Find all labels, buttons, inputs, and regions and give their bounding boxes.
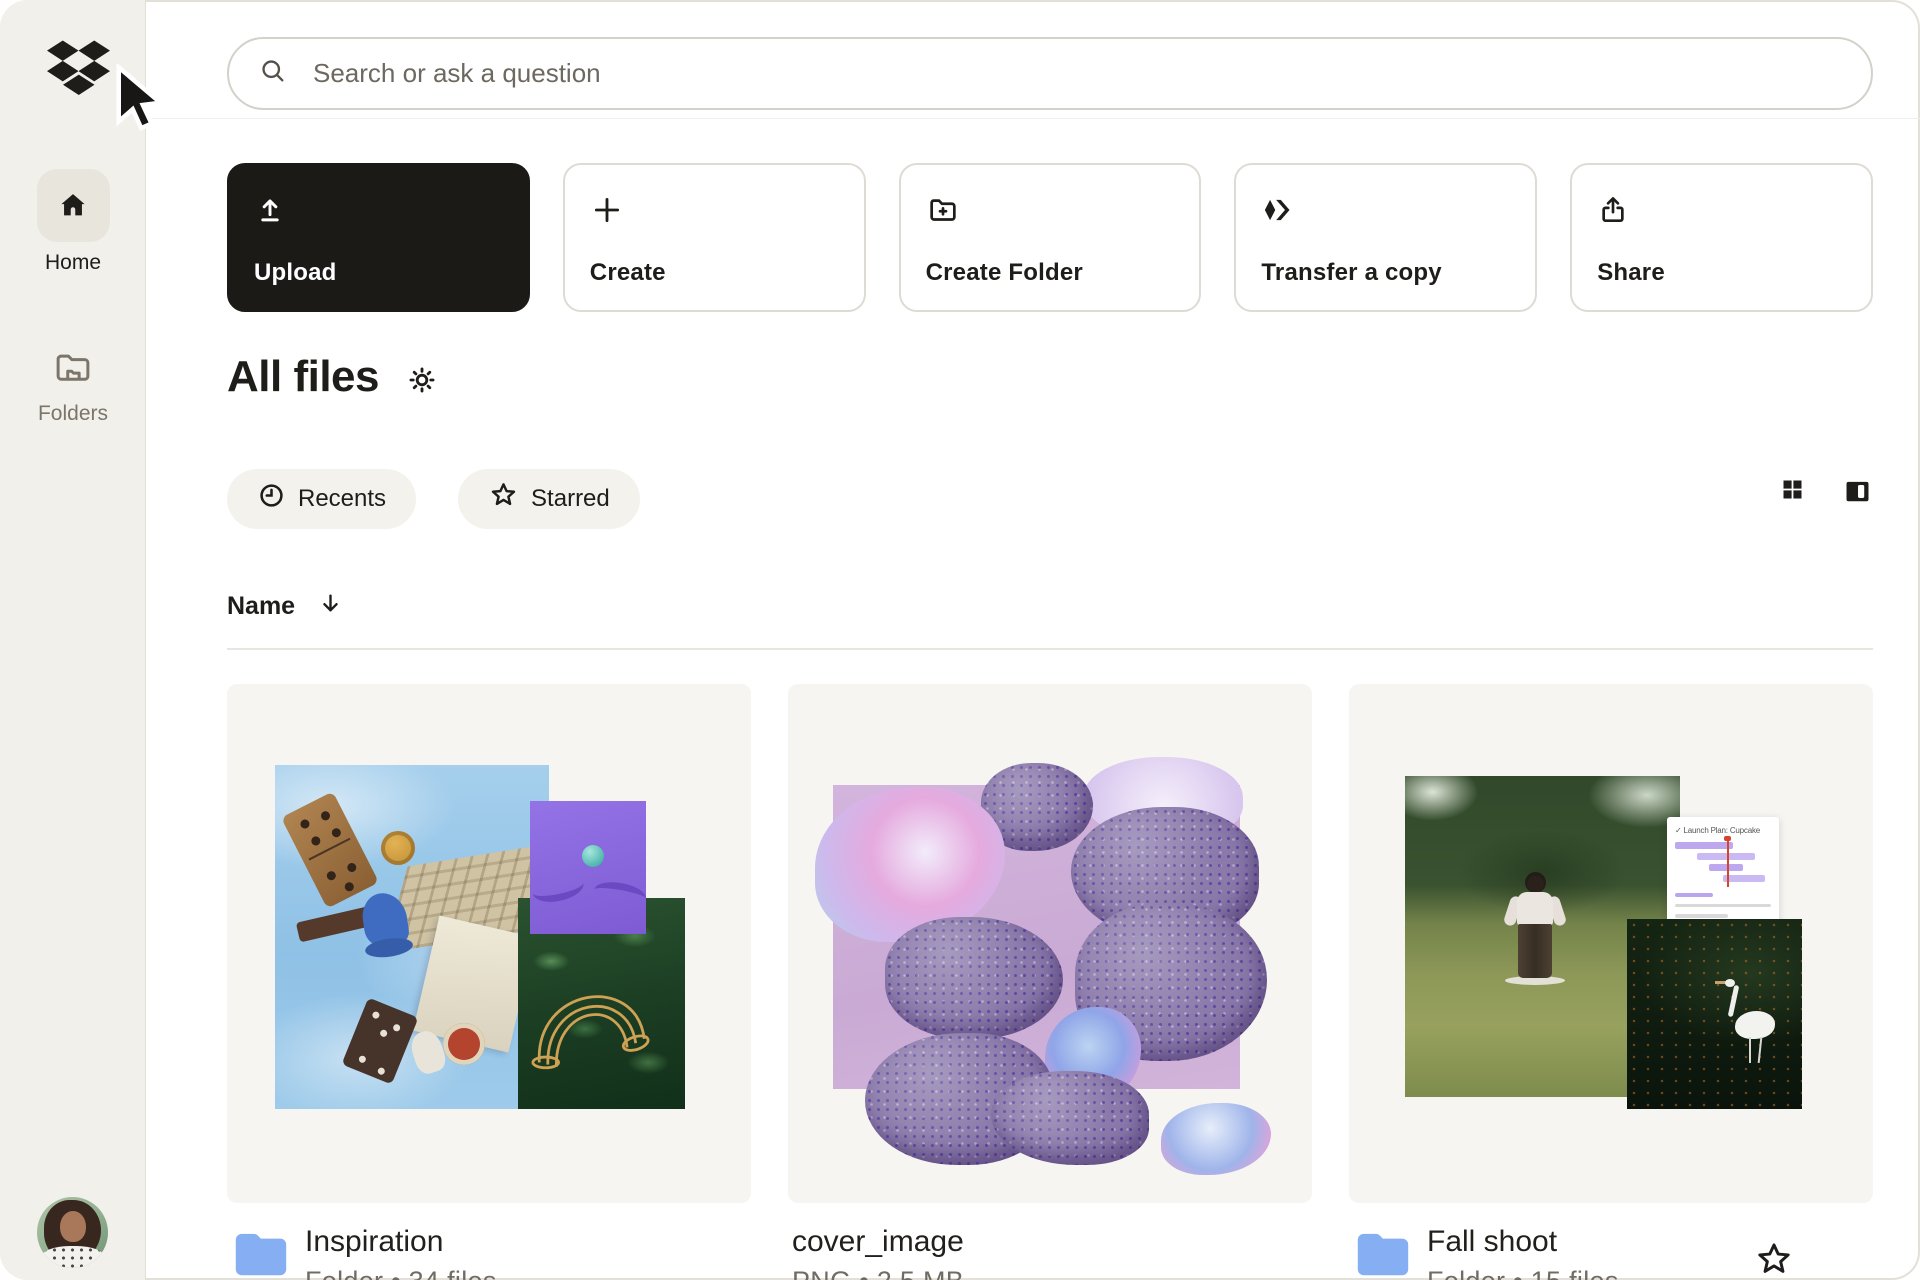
file-row: cover_image PNG • 2.5 MB — [788, 1225, 1312, 1280]
header-divider — [146, 118, 1920, 119]
grid-view-button[interactable] — [1779, 476, 1806, 510]
share-icon — [1597, 193, 1629, 227]
sidebar-item-home[interactable]: Home — [0, 169, 146, 275]
file-card-fall-shoot: ✓ Launch Plan: Cupcake — [1349, 684, 1873, 1280]
file-name[interactable]: Inspiration — [305, 1225, 497, 1259]
file-thumbnail[interactable]: ✓ Launch Plan: Cupcake — [1349, 684, 1873, 1203]
sidebar-item-folders[interactable]: Folders — [0, 341, 146, 426]
create-button[interactable]: Create — [563, 163, 866, 312]
sort-header-name[interactable]: Name — [227, 590, 344, 622]
star-icon — [1753, 1269, 1795, 1280]
folder-plus-icon — [926, 193, 960, 227]
file-row: Inspiration Folder • 34 files — [227, 1225, 751, 1280]
thumb-photo-egret — [1627, 919, 1802, 1109]
sidebar-item-label: Folders — [38, 402, 108, 426]
create-button-label: Create — [590, 259, 666, 287]
clock-icon — [257, 481, 286, 517]
avatar-face — [60, 1211, 86, 1242]
action-buttons: Upload Create Create Folder — [227, 163, 1873, 312]
split-view-icon — [1842, 476, 1873, 510]
upload-button[interactable]: Upload — [227, 163, 530, 312]
thumb-image-purple-ball — [530, 801, 646, 934]
starred-chip-label: Starred — [531, 485, 610, 513]
settings-button[interactable] — [405, 363, 439, 400]
starred-chip[interactable]: Starred — [458, 469, 640, 529]
view-toggles — [1779, 476, 1873, 510]
grid-view-icon — [1779, 476, 1806, 510]
transfer-icon — [1261, 193, 1293, 227]
file-thumbnail[interactable] — [788, 684, 1312, 1203]
upload-button-label: Upload — [254, 259, 337, 287]
file-name[interactable]: Fall shoot — [1427, 1225, 1619, 1259]
thumb-photo-sky-games — [275, 765, 549, 1109]
file-meta: Folder • 34 files — [305, 1266, 497, 1280]
file-meta: Folder • 15 files — [1427, 1266, 1619, 1280]
search-input[interactable] — [313, 58, 1841, 89]
create-folder-button-label: Create Folder — [926, 259, 1083, 287]
sort-column-label: Name — [227, 592, 295, 621]
sidebar: Home Folders — [0, 0, 146, 1280]
search-bar[interactable] — [227, 37, 1873, 110]
star-file-button[interactable] — [1753, 1239, 1795, 1280]
file-thumbnail[interactable] — [227, 684, 751, 1203]
file-card-inspiration: Inspiration Folder • 34 files — [227, 684, 751, 1280]
recents-chip-label: Recents — [298, 485, 386, 513]
create-folder-button[interactable]: Create Folder — [899, 163, 1202, 312]
doc-title: ✓ Launch Plan: Cupcake — [1675, 826, 1771, 835]
transfer-copy-button-label: Transfer a copy — [1261, 259, 1441, 287]
dropbox-logo-icon[interactable] — [47, 40, 110, 96]
arrow-down-icon — [317, 590, 344, 622]
file-meta: PNG • 2.5 MB — [792, 1266, 964, 1280]
page-title: All files — [227, 352, 379, 402]
share-button[interactable]: Share — [1570, 163, 1873, 312]
account-avatar[interactable] — [37, 1197, 108, 1268]
split-view-button[interactable] — [1842, 476, 1873, 510]
plus-icon — [590, 193, 624, 227]
file-row: Fall shoot Folder • 15 files — [1349, 1225, 1873, 1280]
filter-chips: Recents Starred — [227, 469, 640, 529]
home-icon — [37, 169, 110, 242]
page-title-row: All files — [227, 352, 439, 402]
folder-icon — [233, 1228, 289, 1280]
main-content: Upload Create Create Folder — [146, 0, 1920, 1280]
transfer-copy-button[interactable]: Transfer a copy — [1234, 163, 1537, 312]
upload-icon — [254, 193, 286, 227]
star-icon — [488, 480, 519, 518]
dropbox-app-window: Home Folders — [0, 0, 1920, 1280]
gear-icon — [405, 363, 439, 400]
file-grid: Inspiration Folder • 34 files — [227, 684, 1873, 1280]
avatar-shirt — [41, 1246, 105, 1268]
thumb-image-purple-blobs — [833, 785, 1240, 1089]
list-divider — [227, 648, 1873, 650]
file-card-cover-image: cover_image PNG • 2.5 MB — [788, 684, 1312, 1280]
share-button-label: Share — [1597, 259, 1665, 287]
file-name[interactable]: cover_image — [792, 1225, 964, 1259]
recents-chip[interactable]: Recents — [227, 469, 416, 529]
folder-icon — [1355, 1228, 1411, 1280]
search-icon — [259, 57, 287, 90]
folders-icon — [37, 341, 110, 393]
sidebar-item-label: Home — [45, 251, 101, 275]
